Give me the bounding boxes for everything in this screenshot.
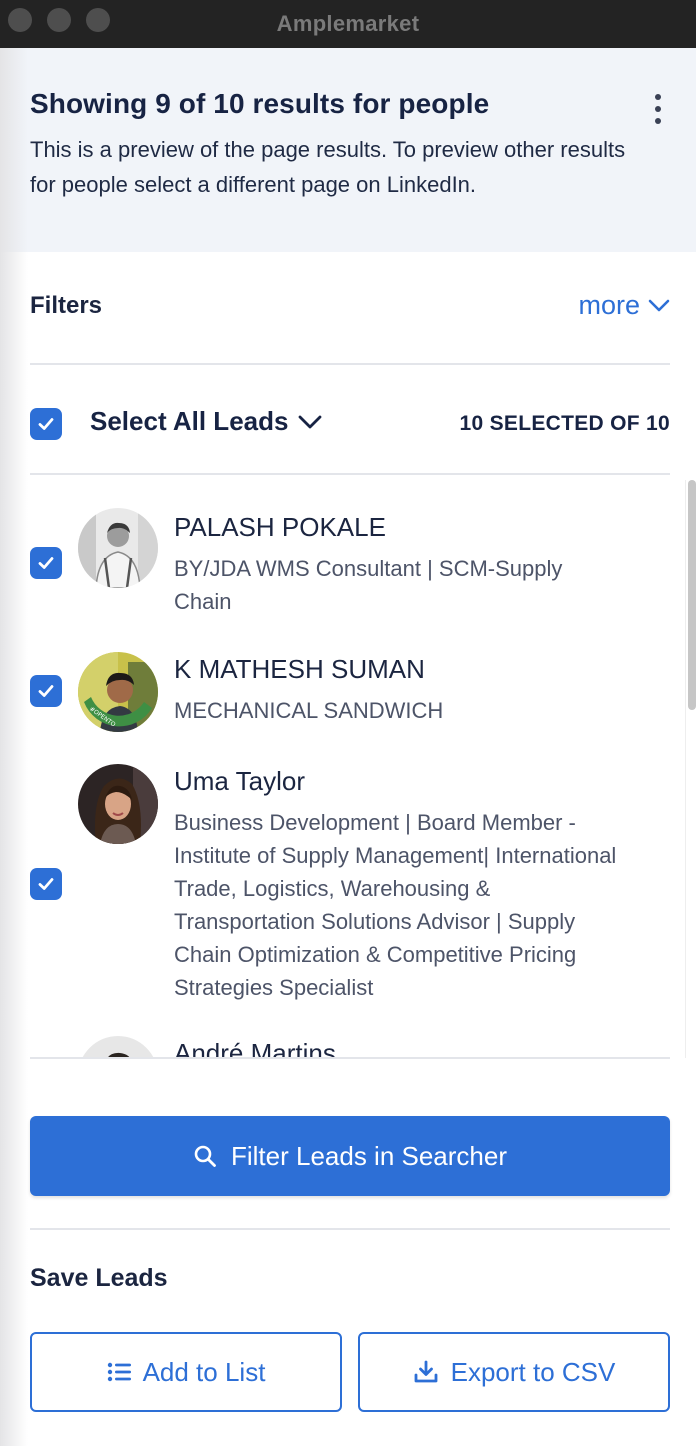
person-photo-icon	[78, 1036, 158, 1058]
list-icon	[107, 1362, 131, 1382]
lead-title: BY/JDA WMS Consultant | SCM-Supply Chain	[174, 556, 563, 614]
save-leads-heading: Save Leads	[30, 1264, 168, 1292]
divider	[30, 1228, 670, 1230]
lead-title: MECHANICAL SANDWICH	[174, 698, 444, 723]
checkmark-icon	[38, 418, 54, 430]
window-controls	[8, 8, 110, 32]
leads-list[interactable]: PALASH POKALE BY/JDA WMS Consultant | SC…	[0, 476, 696, 1058]
search-icon	[194, 1145, 216, 1167]
zoom-window-button[interactable]	[86, 8, 110, 32]
filter-leads-label: Filter Leads in Searcher	[230, 1140, 508, 1171]
lead-title: Business Development | Board Member - In…	[174, 810, 617, 1000]
filters-label: Filters	[30, 292, 103, 319]
leads-scrollbar[interactable]	[688, 480, 696, 710]
lead-name[interactable]: André Martins	[174, 1038, 336, 1058]
lead-name[interactable]: PALASH POKALE	[174, 512, 386, 543]
select-all-checkbox[interactable]	[30, 408, 62, 440]
more-filters-label: more	[578, 290, 640, 320]
window-title: Amplemarket	[276, 11, 420, 36]
minimize-window-button[interactable]	[47, 8, 71, 32]
close-window-button[interactable]	[8, 8, 32, 32]
checkmark-icon	[38, 685, 54, 697]
avatar: #OPENTO	[78, 652, 158, 732]
checkmark-icon	[38, 557, 54, 569]
person-photo-opentowork-icon: #OPENTO	[78, 652, 158, 732]
person-photo-icon	[78, 508, 158, 588]
export-csv-button[interactable]: Export to CSV	[358, 1332, 670, 1412]
select-all-dropdown[interactable]: Select All Leads	[90, 406, 322, 437]
lead-name[interactable]: K MATHESH SUMAN	[174, 654, 425, 685]
export-csv-label: Export to CSV	[450, 1356, 616, 1387]
avatar	[78, 1036, 158, 1058]
divider	[30, 363, 670, 365]
filter-leads-button[interactable]: Filter Leads in Searcher	[30, 1116, 670, 1196]
person-photo-icon	[78, 764, 158, 844]
avatar	[78, 764, 158, 844]
page-title: Showing 9 of 10 results for people	[30, 88, 490, 119]
add-to-list-label: Add to List	[142, 1356, 266, 1387]
selected-count: 10 SELECTED OF 10	[459, 412, 670, 435]
scroll-track	[685, 480, 686, 1058]
divider	[30, 473, 670, 475]
chevron-down-icon	[648, 299, 670, 311]
lead-name[interactable]: Uma Taylor	[174, 766, 305, 797]
avatar	[78, 508, 158, 588]
page-description: This is a preview of the page results. T…	[30, 137, 626, 197]
window-titlebar: Amplemarket	[0, 0, 696, 48]
more-options-icon[interactable]	[648, 94, 668, 124]
lead-checkbox[interactable]	[30, 547, 62, 579]
download-icon	[414, 1360, 438, 1383]
lead-checkbox[interactable]	[30, 675, 62, 707]
more-filters-toggle[interactable]: more	[578, 290, 670, 321]
divider	[30, 1057, 670, 1059]
select-all-label: Select All Leads	[90, 406, 289, 436]
results-header: Showing 9 of 10 results for people This …	[0, 48, 696, 252]
add-to-list-button[interactable]: Add to List	[30, 1332, 342, 1412]
checkmark-icon	[38, 878, 54, 890]
lead-checkbox[interactable]	[30, 868, 62, 900]
chevron-down-icon	[299, 415, 322, 428]
